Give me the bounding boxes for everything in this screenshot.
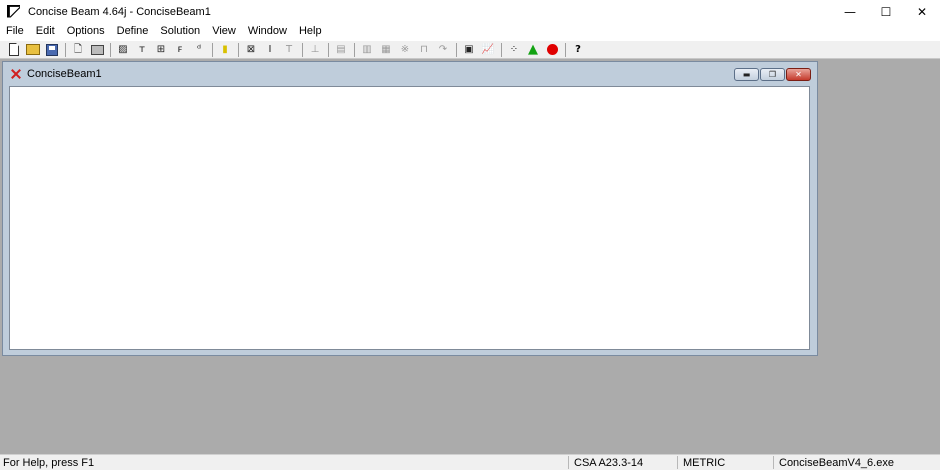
window-controls: — ☐ ✕ (832, 0, 940, 23)
document-minimize-button[interactable]: ▬ (734, 68, 759, 81)
menu-edit[interactable]: Edit (30, 23, 61, 40)
loads-button[interactable]: ⊞ (153, 42, 169, 58)
hook-button[interactable]: ↷ (435, 42, 451, 58)
toolbar-separator (501, 42, 502, 57)
report-button[interactable]: ▤ (333, 42, 349, 58)
rebar-button[interactable]: ▦ (378, 42, 394, 58)
new-file-button[interactable] (6, 42, 22, 58)
toolbar-separator (65, 42, 66, 57)
t-section-button[interactable]: T (281, 42, 297, 58)
title-bar: Concise Beam 4.64j - ConciseBeam1 — ☐ ✕ (0, 0, 940, 23)
open-button[interactable] (25, 42, 41, 58)
toolbar-separator (354, 42, 355, 57)
save-disk-icon (46, 43, 58, 56)
mdi-workspace[interactable]: ConciseBeam1 ▬ ❐ ✕ (0, 59, 940, 454)
to-in-button[interactable]: ꜰ (172, 42, 188, 58)
toolbar-separator (456, 42, 457, 57)
toolbar-separator (565, 42, 566, 57)
status-units: METRIC (683, 457, 726, 469)
support-button[interactable]: ⊥ (307, 42, 323, 58)
document-restore-button[interactable]: ❐ (760, 68, 785, 81)
status-separator (568, 456, 569, 469)
toolbar-separator (110, 42, 111, 57)
table-button[interactable]: ▣ (461, 42, 477, 58)
compare-button[interactable]: ▥ (359, 42, 375, 58)
menu-file[interactable]: File (0, 23, 30, 40)
menu-view[interactable]: View (206, 23, 242, 40)
print-icon (90, 44, 104, 55)
menu-define[interactable]: Define (111, 23, 155, 40)
close-button[interactable]: ✕ (904, 0, 940, 23)
section-button[interactable]: ⊠ (243, 42, 259, 58)
document-title: ConciseBeam1 (27, 68, 102, 80)
stop-icon (546, 44, 558, 55)
status-bar: For Help, press F1 CSA A23.3-14 METRIC C… (0, 454, 940, 470)
new-file-icon (9, 43, 19, 56)
status-separator (773, 456, 774, 469)
stop-button[interactable] (544, 42, 560, 58)
crush-button[interactable]: ※ (397, 42, 413, 58)
minimize-button[interactable]: — (832, 0, 868, 23)
dt-button[interactable]: ᵈ (191, 42, 207, 58)
menu-bar: File Edit Options Define Solution View W… (0, 23, 940, 40)
status-design-code: CSA A23.3-14 (574, 457, 644, 469)
document-title-bar[interactable]: ConciseBeam1 ▬ ❐ ✕ (3, 62, 817, 86)
grid-button[interactable]: ⁘ (506, 42, 522, 58)
i-beam-button[interactable]: I (262, 42, 278, 58)
tree-button[interactable]: ▲ (525, 42, 541, 58)
stirrup-button[interactable]: ⊓ (416, 42, 432, 58)
toolbar: 🗋 ▨ ᴛ ⊞ ꜰ ᵈ ▮ ⊠ I T ⊥ ▤ ▥ ▦ ※ ⊓ ↷ ▣ 📈 ⁘ … (0, 40, 940, 59)
document-icon[interactable] (11, 69, 21, 79)
open-folder-icon (26, 44, 40, 55)
print-button[interactable] (89, 42, 105, 58)
toolbar-separator (238, 42, 239, 57)
moment-button[interactable]: ᴛ (134, 42, 150, 58)
toolbar-separator (212, 42, 213, 57)
menu-help[interactable]: Help (293, 23, 328, 40)
document-window[interactable]: ConciseBeam1 ▬ ❐ ✕ (2, 61, 818, 356)
window-title: Concise Beam 4.64j - ConciseBeam1 (28, 5, 211, 18)
menu-options[interactable]: Options (61, 23, 111, 40)
document-canvas[interactable] (9, 86, 810, 350)
menu-window[interactable]: Window (242, 23, 293, 40)
document-window-controls: ▬ ❐ ✕ (733, 68, 811, 81)
menu-solution[interactable]: Solution (154, 23, 206, 40)
highlight-button[interactable]: ▮ (217, 42, 233, 58)
toolbar-separator (302, 42, 303, 57)
document-close-button[interactable]: ✕ (786, 68, 811, 81)
save-button[interactable] (44, 42, 60, 58)
status-separator (677, 456, 678, 469)
app-icon[interactable] (6, 4, 22, 20)
beam-button[interactable]: ▨ (115, 42, 131, 58)
toolbar-separator (328, 42, 329, 57)
status-executable: ConciseBeamV4_6.exe (779, 457, 894, 469)
graph-button[interactable]: 📈 (480, 42, 496, 58)
context-help-button[interactable]: ? (570, 42, 586, 58)
status-help-text: For Help, press F1 (3, 457, 95, 469)
print-preview-button[interactable]: 🗋 (70, 42, 86, 58)
maximize-button[interactable]: ☐ (868, 0, 904, 23)
